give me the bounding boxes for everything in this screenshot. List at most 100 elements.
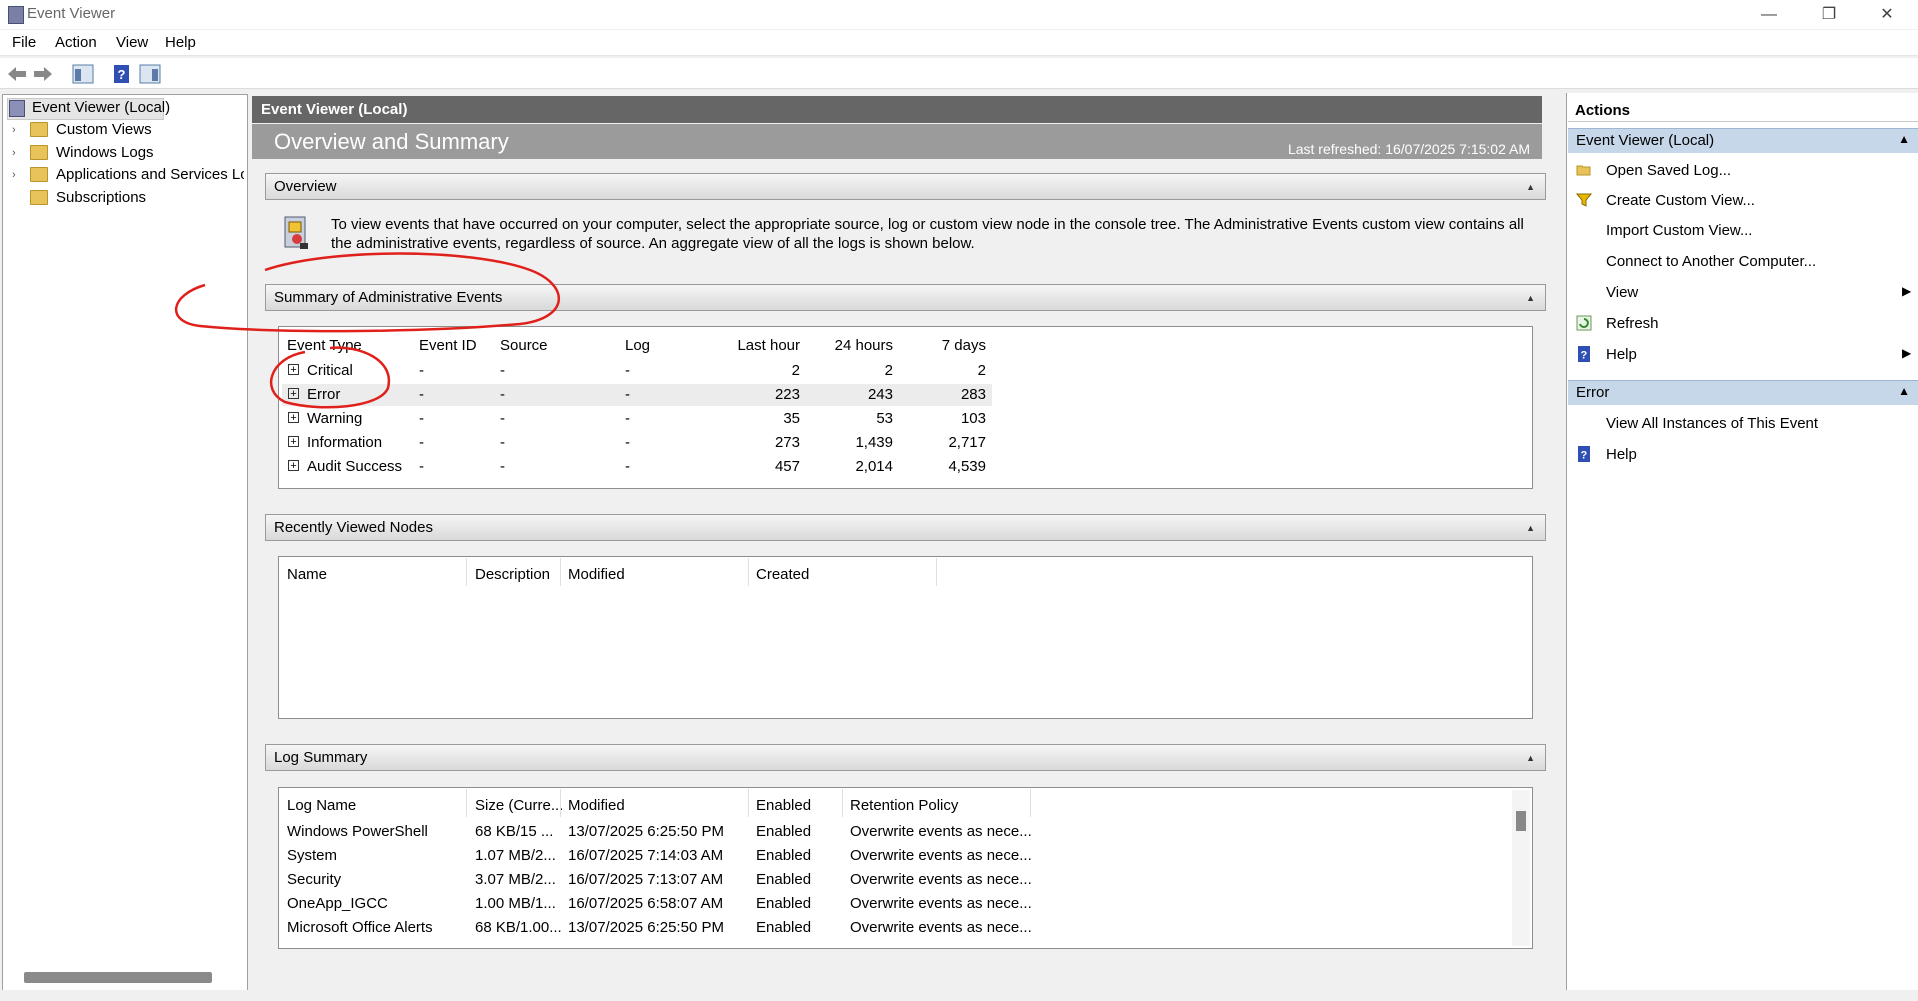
event-type[interactable]: Critical (307, 362, 353, 379)
action-view[interactable]: View (1606, 284, 1638, 301)
tree-item-windows-logs[interactable]: Windows Logs (56, 144, 154, 161)
log-name[interactable]: Windows PowerShell (287, 823, 428, 840)
action-help-error[interactable]: Help (1606, 446, 1637, 463)
minimize-button[interactable]: — (1744, 2, 1794, 28)
title-bar: Event Viewer — ❐ ✕ (0, 0, 1918, 29)
action-refresh[interactable]: Refresh (1606, 315, 1659, 332)
close-button[interactable]: ✕ (1862, 2, 1912, 28)
col-last-hour[interactable]: Last hour (710, 337, 800, 354)
col-enabled[interactable]: Enabled (756, 797, 811, 814)
actions-group-error[interactable]: Error ▲ (1568, 380, 1918, 405)
action-help[interactable]: Help (1606, 346, 1637, 363)
center-header-title: Event Viewer (Local) (261, 101, 408, 118)
collapse-icon[interactable]: ▲ (1526, 182, 1535, 192)
menu-help[interactable]: Help (165, 34, 196, 51)
column-divider[interactable] (748, 789, 749, 817)
horizontal-scrollbar[interactable] (24, 972, 212, 983)
log-name[interactable]: Microsoft Office Alerts (287, 919, 433, 936)
show-hide-console-tree-icon[interactable] (72, 64, 94, 84)
overview-section-header[interactable]: Overview ▲ (265, 173, 1546, 200)
expand-plus-icon[interactable]: + (288, 388, 299, 400)
col-log[interactable]: Log (625, 337, 650, 354)
col-24-hours[interactable]: 24 hours (800, 337, 893, 354)
column-divider[interactable] (466, 558, 467, 586)
column-divider[interactable] (936, 558, 937, 586)
column-divider[interactable] (560, 558, 561, 586)
action-import-custom-view[interactable]: Import Custom View... (1606, 222, 1752, 239)
log-name[interactable]: System (287, 847, 337, 864)
help-icon[interactable]: ? (111, 64, 133, 84)
event-log: - (625, 362, 630, 379)
section-title: Recently Viewed Nodes (274, 519, 433, 536)
actions-group-event-viewer[interactable]: Event Viewer (Local) ▲ (1568, 128, 1918, 153)
column-divider[interactable] (466, 789, 467, 817)
expand-plus-icon[interactable]: + (288, 436, 299, 448)
event-id: - (419, 410, 424, 427)
tree-item-custom-views[interactable]: Custom Views (56, 121, 152, 138)
column-divider[interactable] (560, 789, 561, 817)
log-enabled: Enabled (756, 847, 812, 864)
expand-plus-icon[interactable]: + (288, 460, 299, 472)
col-event-id[interactable]: Event ID (419, 337, 477, 354)
col-name[interactable]: Name (287, 566, 327, 583)
submenu-arrow-icon[interactable]: ▶ (1902, 284, 1911, 298)
event-type[interactable]: Warning (307, 410, 362, 427)
col-source[interactable]: Source (500, 337, 548, 354)
expand-plus-icon[interactable]: + (288, 412, 299, 424)
col-7-days[interactable]: 7 days (893, 337, 986, 354)
action-create-custom-view[interactable]: Create Custom View... (1606, 192, 1755, 209)
expand-arrow-icon[interactable]: › (12, 124, 16, 136)
count-last-hour: 223 (774, 386, 800, 403)
col-event-type[interactable]: Event Type (287, 337, 362, 354)
expand-plus-icon[interactable]: + (288, 364, 299, 376)
collapse-icon[interactable]: ▲ (1526, 523, 1535, 533)
back-arrow-icon[interactable] (6, 64, 28, 84)
collapse-icon[interactable]: ▲ (1526, 293, 1535, 303)
col-description[interactable]: Description (475, 566, 550, 583)
column-divider[interactable] (1030, 789, 1031, 817)
log-name[interactable]: Security (287, 871, 341, 888)
log-name[interactable]: OneApp_IGCC (287, 895, 388, 912)
show-hide-action-pane-icon[interactable] (139, 64, 161, 84)
action-connect-computer[interactable]: Connect to Another Computer... (1606, 253, 1816, 270)
collapse-icon[interactable]: ▲ (1526, 753, 1535, 763)
tree-root[interactable]: Event Viewer (Local) (32, 99, 170, 116)
event-type[interactable]: Audit Success (307, 458, 402, 475)
scrollbar-thumb[interactable] (1516, 811, 1526, 831)
col-log-name[interactable]: Log Name (287, 797, 356, 814)
col-retention-policy[interactable]: Retention Policy (850, 797, 958, 814)
summary-section-header[interactable]: Summary of Administrative Events ▲ (265, 284, 1546, 311)
event-type[interactable]: Error (307, 386, 340, 403)
menu-view[interactable]: View (116, 34, 148, 51)
log-summary-section-header[interactable]: Log Summary ▲ (265, 744, 1546, 771)
action-open-saved-log[interactable]: Open Saved Log... (1606, 162, 1731, 179)
event-id: - (419, 434, 424, 451)
divider (1568, 121, 1918, 122)
count-24-hours: 243 (867, 386, 893, 403)
col-created[interactable]: Created (756, 566, 809, 583)
recent-section-header[interactable]: Recently Viewed Nodes ▲ (265, 514, 1546, 541)
submenu-arrow-icon[interactable]: ▶ (1902, 346, 1911, 360)
expand-arrow-icon[interactable]: › (12, 147, 16, 159)
collapse-icon[interactable]: ▲ (1898, 384, 1910, 398)
forward-arrow-icon[interactable] (32, 64, 54, 84)
menu-action[interactable]: Action (55, 34, 97, 51)
restore-button[interactable]: ❐ (1804, 2, 1854, 28)
collapse-icon[interactable]: ▲ (1898, 132, 1910, 146)
menu-file[interactable]: File (12, 34, 36, 51)
count-24-hours: 2,014 (855, 458, 893, 475)
col-size[interactable]: Size (Curre... (475, 797, 563, 814)
col-modified[interactable]: Modified (568, 566, 625, 583)
log-modified: 13/07/2025 6:25:50 PM (568, 823, 724, 840)
column-divider[interactable] (842, 789, 843, 817)
event-log: - (625, 458, 630, 475)
action-view-all-instances[interactable]: View All Instances of This Event (1606, 415, 1818, 432)
tree-item-subscriptions[interactable]: Subscriptions (56, 189, 146, 206)
event-type[interactable]: Information (307, 434, 382, 451)
tree-item-applications-services[interactable]: Applications and Services Log (56, 166, 244, 183)
status-bar (0, 990, 1918, 1001)
col-modified[interactable]: Modified (568, 797, 625, 814)
folder-icon (30, 122, 48, 137)
expand-arrow-icon[interactable]: › (12, 169, 16, 181)
column-divider[interactable] (748, 558, 749, 586)
